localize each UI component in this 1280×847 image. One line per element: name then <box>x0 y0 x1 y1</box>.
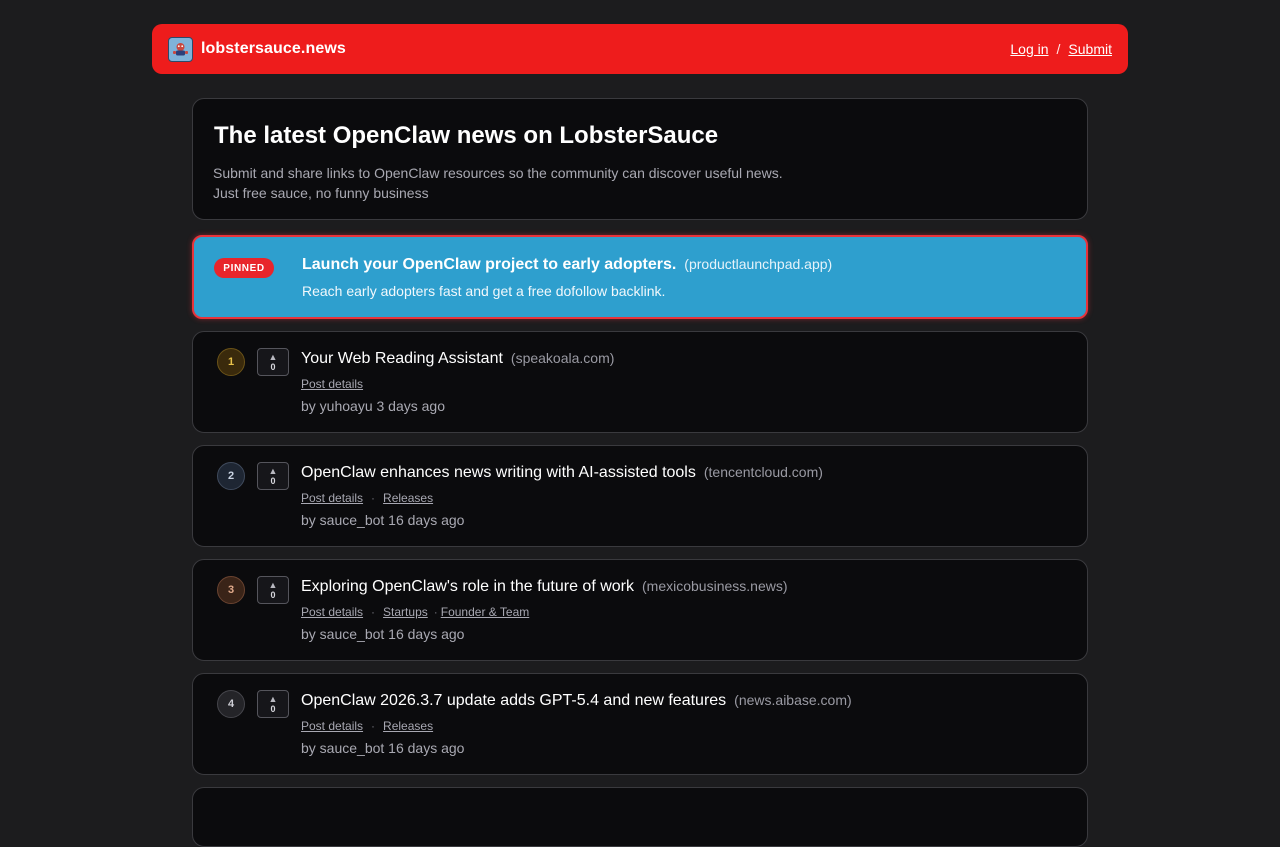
upvote-button[interactable]: ▲ 0 <box>257 348 289 376</box>
story-byline: by yuhoayu 3 days ago <box>301 398 445 414</box>
story-title-row: Exploring OpenClaw's role in the future … <box>301 578 788 596</box>
link-separator: · <box>371 605 376 619</box>
intro-text-line-2: Just free sauce, no funny business <box>213 185 429 201</box>
site-home-link[interactable]: lobstersauce.news <box>168 36 346 62</box>
story-title-link[interactable]: OpenClaw enhances news writing with AI-a… <box>301 464 696 482</box>
pinned-title-row: Launch your OpenClaw project to early ad… <box>302 256 832 274</box>
story-byline: by sauce_bot 16 days ago <box>301 740 465 756</box>
upvote-button[interactable]: ▲ 0 <box>257 576 289 604</box>
post-details-link[interactable]: Post details <box>301 605 363 619</box>
post-details-link[interactable]: Post details <box>301 491 363 505</box>
pinned-description: Reach early adopters fast and get a free… <box>302 283 666 299</box>
auth-separator: / <box>1056 41 1061 57</box>
login-link[interactable]: Log in <box>1010 41 1048 57</box>
pinned-domain: (productlaunchpad.app) <box>684 256 833 272</box>
post-details-link[interactable]: Post details <box>301 377 363 391</box>
story-item-partial <box>192 787 1088 847</box>
vote-count: 0 <box>270 362 276 372</box>
tag-link-founder-team[interactable]: Founder & Team <box>441 605 530 619</box>
intro-text-line-1: Submit and share links to OpenClaw resou… <box>213 165 783 181</box>
story-domain: (tencentcloud.com) <box>703 464 823 480</box>
vote-count: 0 <box>270 704 276 714</box>
link-separator: · <box>371 491 376 505</box>
story-domain: (speakoala.com) <box>510 350 615 366</box>
site-name: lobstersauce.news <box>201 40 346 57</box>
story-title-link[interactable]: Your Web Reading Assistant <box>301 350 503 368</box>
story-item: 2 ▲ 0 OpenClaw enhances news writing wit… <box>192 445 1088 547</box>
pinned-story: PINNED Launch your OpenClaw project to e… <box>192 235 1088 319</box>
upvote-arrow-icon: ▲ <box>268 694 278 704</box>
story-rank: 4 <box>217 690 245 718</box>
upvote-button[interactable]: ▲ 0 <box>257 462 289 490</box>
story-links: Post details · Releases <box>301 719 433 733</box>
post-details-link[interactable]: Post details <box>301 719 363 733</box>
story-domain: (news.aibase.com) <box>734 692 852 708</box>
upvote-button[interactable]: ▲ 0 <box>257 690 289 718</box>
link-separator: · <box>371 719 376 733</box>
story-links: Post details · Startups · Founder & Team <box>301 605 529 619</box>
link-separator: · <box>433 605 438 619</box>
page-title: The latest OpenClaw news on LobsterSauce <box>214 122 719 149</box>
tag-link-releases[interactable]: Releases <box>383 491 433 505</box>
vote-count: 0 <box>270 590 276 600</box>
story-rank: 2 <box>217 462 245 490</box>
auth-links: Log in / Submit <box>1010 41 1112 57</box>
story-item: 3 ▲ 0 Exploring OpenClaw's role in the f… <box>192 559 1088 661</box>
story-title-row: Your Web Reading Assistant (speakoala.co… <box>301 350 614 368</box>
story-title-link[interactable]: Exploring OpenClaw's role in the future … <box>301 578 634 596</box>
story-byline: by sauce_bot 16 days ago <box>301 512 465 528</box>
story-title-row: OpenClaw 2026.3.7 update adds GPT-5.4 an… <box>301 692 852 710</box>
story-item: 4 ▲ 0 OpenClaw 2026.3.7 update adds GPT-… <box>192 673 1088 775</box>
tag-link-releases[interactable]: Releases <box>383 719 433 733</box>
site-header: lobstersauce.news Log in / Submit <box>152 24 1128 74</box>
intro-card: The latest OpenClaw news on LobsterSauce… <box>192 98 1088 220</box>
story-byline: by sauce_bot 16 days ago <box>301 626 465 642</box>
submit-link[interactable]: Submit <box>1068 41 1112 57</box>
pinned-badge: PINNED <box>214 258 274 278</box>
story-rank: 3 <box>217 576 245 604</box>
lobster-logo-icon <box>168 36 193 62</box>
story-item: 1 ▲ 0 Your Web Reading Assistant (speako… <box>192 331 1088 433</box>
upvote-arrow-icon: ▲ <box>268 466 278 476</box>
upvote-arrow-icon: ▲ <box>268 352 278 362</box>
vote-count: 0 <box>270 476 276 486</box>
story-links: Post details · Releases <box>301 491 433 505</box>
tag-link-startups[interactable]: Startups <box>383 605 428 619</box>
story-title-row: OpenClaw enhances news writing with AI-a… <box>301 464 823 482</box>
pinned-title-link[interactable]: Launch your OpenClaw project to early ad… <box>302 256 676 274</box>
upvote-arrow-icon: ▲ <box>268 580 278 590</box>
story-rank: 1 <box>217 348 245 376</box>
story-title-link[interactable]: OpenClaw 2026.3.7 update adds GPT-5.4 an… <box>301 692 726 710</box>
story-domain: (mexicobusiness.news) <box>642 578 788 594</box>
story-links: Post details <box>301 377 363 391</box>
